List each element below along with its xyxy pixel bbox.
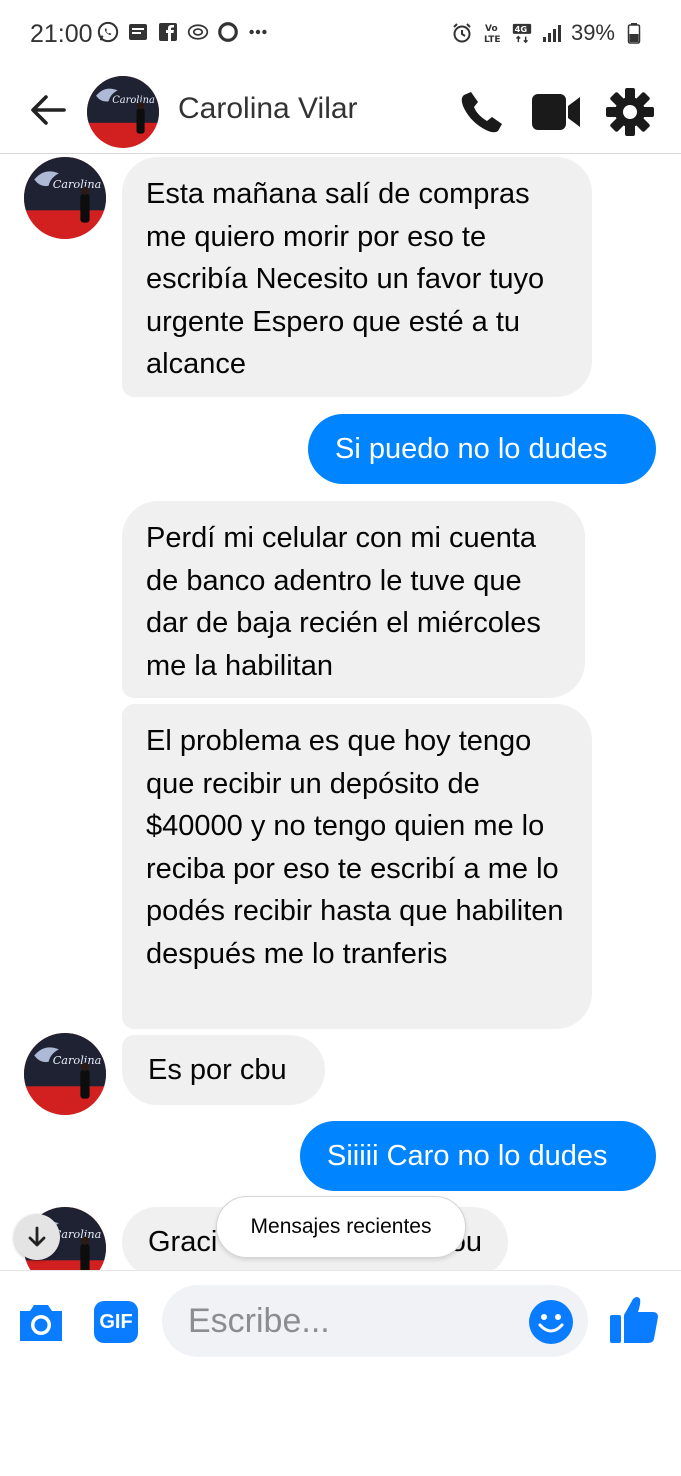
message-input[interactable]: Escribe... [162,1285,588,1357]
svg-text:Carolina: Carolina [53,178,102,191]
more-dots-icon [247,20,269,44]
vpn-icon [187,20,209,44]
status-icons-right: Vo LTE 4G 39% [451,20,645,46]
video-call-icon[interactable] [530,90,582,134]
contact-name[interactable]: Carolina Vilar [178,92,358,126]
conversation-header: Carolina Carolina Vilar [0,66,681,154]
thumbs-up-icon[interactable] [608,1293,660,1347]
svg-text:4G: 4G [515,24,528,34]
status-bar: 21:00 Vo LTE 4G 39% [0,0,681,66]
scroll-to-bottom-button[interactable] [14,1214,60,1260]
emoji-icon[interactable] [528,1299,573,1344]
4g-icon: 4G [511,21,533,45]
sender-avatar[interactable]: Carolina [24,157,106,239]
back-arrow-icon[interactable] [28,90,68,130]
message-incoming[interactable]: El problema es que hoy tengo que recibir… [122,704,592,1029]
whatsapp-icon [97,20,119,44]
message-outgoing[interactable]: Siiiii Caro no lo dudes [300,1121,656,1191]
volte-icon: Vo LTE [481,21,503,45]
contact-avatar[interactable]: Carolina [87,76,159,148]
message-list[interactable]: Carolina Esta mañana salí de compras me … [0,155,681,1270]
circle-icon [217,20,239,44]
gear-icon[interactable] [604,86,656,138]
message-composer: GIF Escribe... [0,1270,681,1370]
status-time: 21:00 [30,20,93,48]
avatar-image: Carolina [24,157,106,239]
alarm-icon [451,21,473,45]
arrow-down-icon [28,1226,46,1247]
sender-avatar[interactable]: Carolina [24,1033,106,1115]
signal-icon [541,21,563,45]
svg-text:Carolina: Carolina [112,95,155,106]
avatar-image: Carolina [87,76,159,148]
status-icons-left [97,20,269,44]
message-incoming[interactable]: Esta mañana salí de compras me quiero mo… [122,157,592,397]
battery-icon [623,21,645,45]
svg-text:LTE: LTE [484,35,501,45]
input-placeholder: Escribe... [188,1302,330,1340]
facebook-icon [157,20,179,44]
message-incoming[interactable]: Perdí mi celular con mi cuenta de banco … [122,501,585,698]
svg-text:Vo: Vo [485,24,498,34]
svg-text:Carolina: Carolina [53,1054,102,1067]
message-outgoing[interactable]: Si puedo no lo dudes [308,414,656,484]
message-icon [127,20,149,44]
message-text: Graci [148,1226,218,1258]
battery-level: 39% [570,20,615,45]
svg-text:Carolina: Carolina [53,1228,102,1241]
camera-icon[interactable] [16,1301,66,1343]
avatar-image: Carolina [24,1033,106,1115]
recent-messages-button[interactable]: Mensajes recientes [216,1196,466,1258]
message-incoming[interactable]: Es por cbu [122,1035,325,1105]
phone-call-icon[interactable] [458,88,506,136]
gif-button[interactable]: GIF [94,1301,138,1343]
